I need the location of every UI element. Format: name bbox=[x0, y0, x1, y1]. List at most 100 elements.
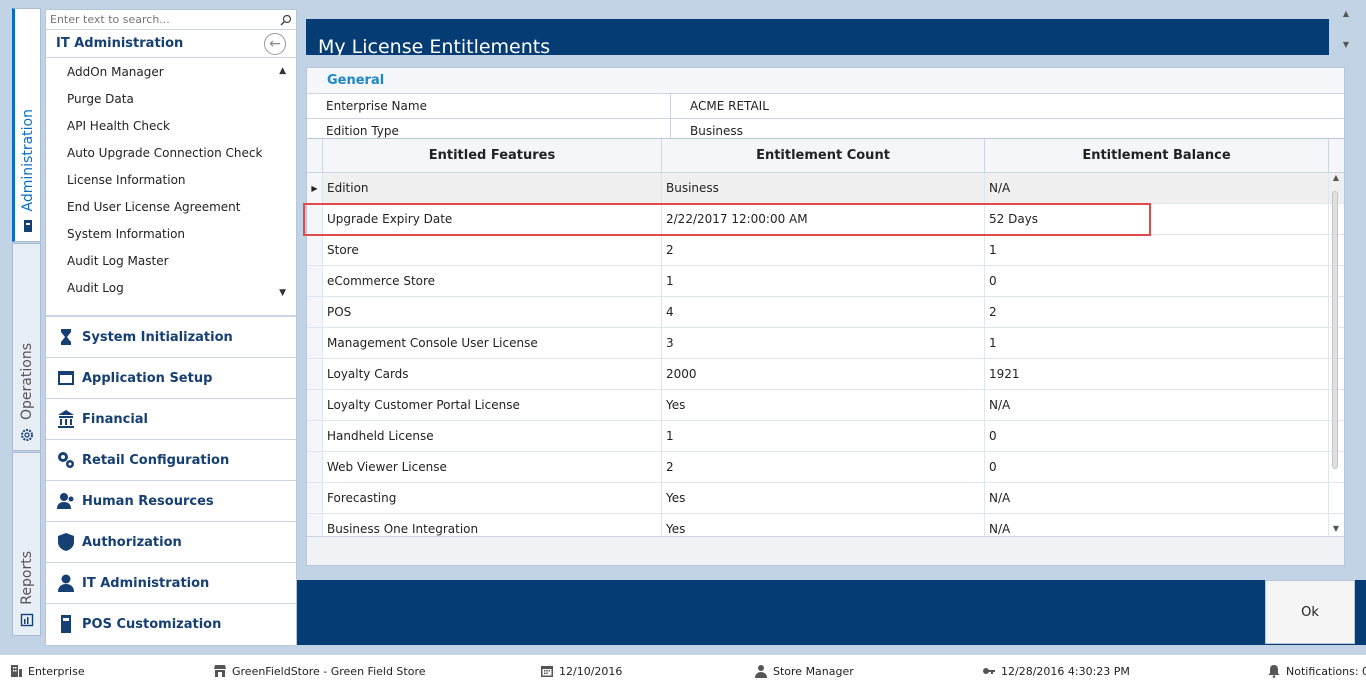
nav-group-label: IT Administration bbox=[82, 575, 210, 591]
search-input[interactable] bbox=[50, 13, 270, 26]
status-date: 12/10/2016 bbox=[540, 664, 622, 678]
table-row[interactable]: eCommerce Store 1 0 bbox=[307, 266, 1344, 297]
column-header-entitlement-count[interactable]: Entitlement Count bbox=[662, 139, 985, 172]
table-cell: N/A bbox=[985, 173, 1329, 203]
nav-item-eula[interactable]: End User License Agreement bbox=[46, 194, 296, 221]
general-value: ACME RETAIL bbox=[690, 99, 769, 113]
nav-group-retail-configuration[interactable]: Retail Configuration bbox=[46, 439, 296, 480]
row-indicator bbox=[307, 328, 323, 358]
nav-group-authorization[interactable]: Authorization bbox=[46, 521, 296, 562]
table-row[interactable]: Management Console User License 3 1 bbox=[307, 328, 1344, 359]
shield-icon bbox=[58, 533, 74, 551]
entitlements-grid: Entitled Features Entitlement Count Enti… bbox=[307, 138, 1344, 536]
nav-item-auto-upgrade-connection-check[interactable]: Auto Upgrade Connection Check bbox=[46, 140, 296, 167]
scroll-up-arrow-icon[interactable]: ▲ bbox=[1330, 173, 1342, 182]
table-row[interactable]: Web Viewer License 2 0 bbox=[307, 452, 1344, 483]
nav-group-label: Authorization bbox=[82, 534, 182, 550]
nav-group-it-administration[interactable]: IT Administration bbox=[46, 562, 296, 603]
user-icon bbox=[755, 665, 767, 678]
status-enterprise: Enterprise bbox=[9, 664, 85, 678]
scroll-down-arrow-icon[interactable]: ▼ bbox=[279, 288, 286, 298]
table-cell: Handheld License bbox=[323, 421, 662, 451]
row-indicator bbox=[307, 421, 323, 451]
grid-footer bbox=[307, 536, 1344, 565]
store-icon bbox=[214, 665, 226, 677]
table-cell: 2 bbox=[662, 235, 985, 265]
column-header-entitled-features[interactable]: Entitled Features bbox=[323, 139, 662, 172]
table-cell: Forecasting bbox=[323, 483, 662, 513]
table-cell: 2 bbox=[662, 452, 985, 482]
table-row[interactable]: POS 4 2 bbox=[307, 297, 1344, 328]
nav-item-addon-manager[interactable]: AddOn Manager bbox=[46, 59, 296, 86]
navigation-panel: IT Administration ← AddOn Manager Purge … bbox=[45, 9, 297, 646]
nav-group-human-resources[interactable]: Human Resources bbox=[46, 480, 296, 521]
scroll-up-arrow-icon[interactable]: ▲ bbox=[279, 66, 286, 76]
header-scrollbar[interactable]: ▲ ▼ bbox=[1338, 9, 1354, 55]
table-cell: N/A bbox=[985, 483, 1329, 513]
table-cell: Business One Integration bbox=[323, 514, 662, 536]
status-datetime-label: 12/28/2016 4:30:23 PM bbox=[1001, 664, 1130, 678]
table-cell: 1921 bbox=[985, 359, 1329, 389]
people-icon bbox=[57, 493, 74, 509]
scroll-down-arrow-icon[interactable]: ▼ bbox=[1338, 40, 1354, 49]
gears-icon bbox=[58, 452, 74, 468]
tab-reports[interactable]: Reports bbox=[12, 452, 41, 636]
status-datetime: 12/28/2016 4:30:23 PM bbox=[982, 664, 1130, 678]
table-row[interactable]: Handheld License 1 0 bbox=[307, 421, 1344, 452]
table-row[interactable]: Store 2 1 bbox=[307, 235, 1344, 266]
table-cell: 1 bbox=[662, 266, 985, 296]
status-bar: Enterprise GreenFieldStore - Green Field… bbox=[0, 654, 1366, 687]
nav-group-label: Application Setup bbox=[82, 370, 213, 386]
tab-operations-label: Operations bbox=[18, 343, 35, 420]
status-date-label: 12/10/2016 bbox=[559, 664, 623, 678]
table-row[interactable]: Forecasting Yes N/A bbox=[307, 483, 1344, 514]
nav-group-label: System Initialization bbox=[82, 329, 233, 345]
table-row[interactable]: Loyalty Cards 2000 1921 bbox=[307, 359, 1344, 390]
table-cell: N/A bbox=[985, 514, 1329, 536]
search-icon[interactable] bbox=[280, 14, 292, 26]
search-box bbox=[46, 10, 296, 30]
column-header-entitlement-balance[interactable]: Entitlement Balance bbox=[985, 139, 1329, 172]
tab-operations[interactable]: Operations bbox=[12, 243, 41, 451]
page-title: My License Entitlements bbox=[318, 36, 551, 55]
table-cell: Edition bbox=[323, 173, 662, 203]
status-store-label: GreenFieldStore - Green Field Store bbox=[232, 664, 426, 678]
report-icon bbox=[20, 613, 33, 627]
scroll-up-arrow-icon[interactable]: ▲ bbox=[1338, 9, 1354, 18]
scroll-down-arrow-icon[interactable]: ▼ bbox=[1330, 524, 1342, 533]
window-icon bbox=[58, 371, 74, 385]
nav-item-audit-log-master[interactable]: Audit Log Master bbox=[46, 248, 296, 275]
nav-item-audit-log[interactable]: Audit Log bbox=[46, 275, 296, 302]
tab-administration[interactable]: Administration bbox=[12, 8, 41, 242]
table-row[interactable]: Business One Integration Yes N/A bbox=[307, 514, 1344, 536]
ok-button[interactable]: Ok bbox=[1265, 580, 1355, 644]
status-role-label: Store Manager bbox=[773, 664, 854, 678]
tab-reports-label: Reports bbox=[18, 551, 35, 605]
table-row[interactable]: Loyalty Customer Portal License Yes N/A bbox=[307, 390, 1344, 421]
nav-item-system-information[interactable]: System Information bbox=[46, 221, 296, 248]
nav-group-pos-customization[interactable]: POS Customization bbox=[46, 603, 296, 644]
nav-item-list: AddOn Manager Purge Data API Health Chec… bbox=[46, 58, 296, 316]
action-bar bbox=[297, 580, 1366, 645]
nav-section-header: IT Administration ← bbox=[46, 30, 296, 58]
bank-icon bbox=[58, 410, 74, 428]
nav-item-api-health-check[interactable]: API Health Check bbox=[46, 113, 296, 140]
administration-icon bbox=[23, 220, 32, 232]
status-role: Store Manager bbox=[754, 664, 854, 678]
nav-group-application-setup[interactable]: Application Setup bbox=[46, 357, 296, 398]
nav-item-purge-data[interactable]: Purge Data bbox=[46, 86, 296, 113]
back-arrow-icon[interactable]: ← bbox=[264, 32, 286, 55]
row-indicator bbox=[307, 483, 323, 513]
nav-item-license-information[interactable]: License Information bbox=[46, 167, 296, 194]
nav-group-system-initialization[interactable]: System Initialization bbox=[46, 316, 296, 357]
table-cell: 3 bbox=[662, 328, 985, 358]
status-notifications[interactable]: Notifications: 0 bbox=[1267, 664, 1366, 678]
table-row[interactable]: ▶ Edition Business N/A bbox=[307, 173, 1344, 204]
nav-group-label: Financial bbox=[82, 411, 149, 427]
table-cell: eCommerce Store bbox=[323, 266, 662, 296]
scrollbar-thumb[interactable] bbox=[1332, 191, 1338, 469]
nav-group-label: Retail Configuration bbox=[82, 452, 230, 468]
grid-scrollbar[interactable]: ▲ ▼ bbox=[1330, 173, 1342, 533]
grid-header-row: Entitled Features Entitlement Count Enti… bbox=[307, 139, 1344, 173]
nav-group-financial[interactable]: Financial bbox=[46, 398, 296, 439]
